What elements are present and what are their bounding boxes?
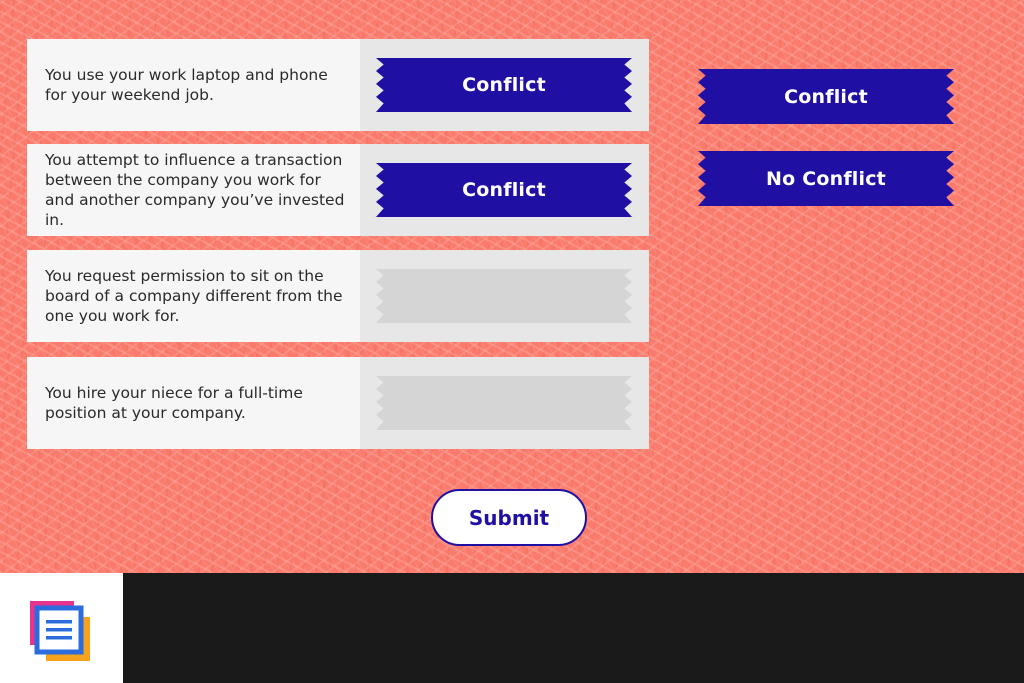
- drop-zone-4[interactable]: [360, 357, 649, 449]
- footer-bar: [123, 575, 1024, 683]
- empty-answer-slot[interactable]: [376, 269, 632, 323]
- placed-answer-tag[interactable]: Conflict: [376, 58, 632, 112]
- statement-text: You request permission to sit on the boa…: [27, 250, 360, 342]
- empty-answer-slot[interactable]: [376, 376, 632, 430]
- drop-zone-3[interactable]: [360, 250, 649, 342]
- statement-row-3: You request permission to sit on the boa…: [27, 250, 649, 342]
- statement-text: You attempt to influence a transaction b…: [27, 144, 360, 236]
- placed-answer-tag[interactable]: Conflict: [376, 163, 632, 217]
- drop-zone-2[interactable]: Conflict: [360, 144, 649, 236]
- document-icon: [30, 601, 90, 661]
- statement-row-2: You attempt to influence a transaction b…: [27, 144, 649, 236]
- drop-zone-1[interactable]: Conflict: [360, 39, 649, 131]
- activity-stage: You use your work laptop and phone for y…: [0, 0, 1024, 573]
- statement-row-4: You hire your niece for a full-time posi…: [27, 357, 649, 449]
- submit-button[interactable]: Submit: [431, 489, 587, 546]
- statement-text: You use your work laptop and phone for y…: [27, 39, 360, 131]
- choice-no-conflict-tag[interactable]: No Conflict: [698, 151, 954, 206]
- statement-text: You hire your niece for a full-time posi…: [27, 357, 360, 449]
- footer-icon-panel: [0, 573, 123, 683]
- statement-row-1: You use your work laptop and phone for y…: [27, 39, 649, 131]
- choice-conflict-tag[interactable]: Conflict: [698, 69, 954, 124]
